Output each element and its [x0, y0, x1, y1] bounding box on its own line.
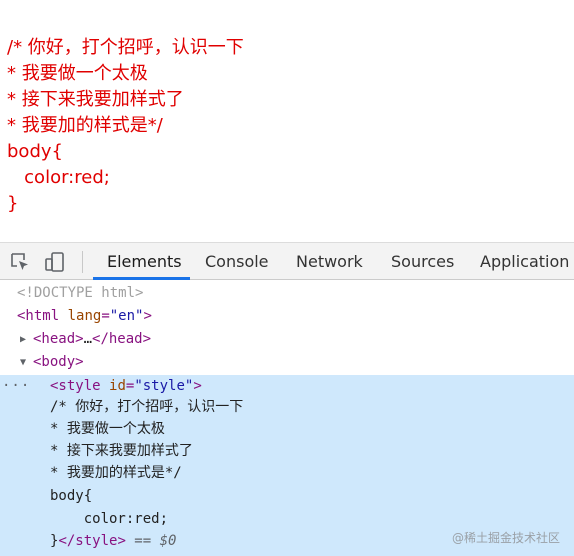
style-text: /* 你好，打个招呼，认识一下 — [50, 399, 244, 415]
head-tag: <head>…</head> — [33, 331, 152, 347]
tree-row-style-open[interactable]: ··· <style id="style"> — [0, 375, 574, 398]
page-text-line: * 接下来我要加样式了 — [7, 89, 184, 110]
page-text-line: * 我要做一个太极 — [7, 63, 148, 84]
tab-application[interactable]: Application — [480, 243, 569, 280]
body-tag: <body> — [33, 354, 84, 370]
style-text-line: color:red; — [0, 508, 574, 531]
selected-node-marker: == $0 — [125, 533, 177, 549]
tab-elements[interactable]: Elements — [107, 243, 182, 280]
expand-triangle-icon[interactable]: ▶ — [20, 328, 26, 351]
style-tag: <style id="style"> — [50, 378, 202, 394]
style-text: body{ — [50, 488, 93, 504]
style-text-line: body{ — [0, 485, 574, 508]
page-text-line: } — [7, 193, 19, 214]
tree-row-html[interactable]: <html lang="en"> — [0, 305, 574, 328]
page-text-line: /* 你好，打个招呼，认识一下 — [7, 37, 244, 58]
elements-tree: <!DOCTYPE html> <html lang="en"> ▶ <head… — [0, 281, 574, 556]
style-text-line: * 我要加的样式是*/ — [0, 462, 574, 485]
collapse-triangle-icon[interactable]: ▼ — [20, 351, 26, 374]
style-text: * 接下来我要加样式了 — [50, 443, 193, 459]
watermark-text: @稀土掘金技术社区 — [451, 531, 560, 545]
style-text-line: * 我要做一个太极 — [0, 418, 574, 441]
page-text-line: body{ — [7, 141, 63, 162]
active-tab-indicator — [93, 277, 190, 280]
devtools-toolbar: Elements Console Network Sources Applica… — [0, 242, 574, 280]
tree-row-body[interactable]: ▼ <body> — [0, 351, 574, 374]
tree-row-head[interactable]: ▶ <head>…</head> — [0, 328, 574, 351]
tree-row-doctype[interactable]: <!DOCTYPE html> — [0, 282, 574, 305]
style-text: * 我要做一个太极 — [50, 421, 165, 437]
style-text: color:red; — [50, 511, 169, 527]
page-text-line: * 我要加的样式是*/ — [7, 115, 163, 136]
tab-network[interactable]: Network — [296, 243, 363, 280]
inspect-element-icon[interactable] — [9, 251, 31, 273]
style-text: * 我要加的样式是*/ — [50, 465, 182, 481]
doctype-text: <!DOCTYPE html> — [17, 285, 144, 301]
style-text-line: /* 你好，打个招呼，认识一下 — [0, 396, 574, 419]
page-text-line: color:red; — [7, 167, 110, 188]
html-tag: <html lang="en"> — [17, 308, 152, 324]
style-close-tag: }</style> == $0 — [50, 533, 177, 549]
style-text-line: * 接下来我要加样式了 — [0, 440, 574, 463]
tab-console[interactable]: Console — [205, 243, 269, 280]
more-options-icon[interactable]: ··· — [2, 375, 30, 398]
device-toolbar-icon[interactable] — [44, 251, 66, 273]
rendered-page: /* 你好，打个招呼，认识一下 * 我要做一个太极 * 接下来我要加样式了 * … — [0, 0, 574, 240]
toolbar-separator — [82, 251, 83, 273]
tab-sources[interactable]: Sources — [391, 243, 454, 280]
